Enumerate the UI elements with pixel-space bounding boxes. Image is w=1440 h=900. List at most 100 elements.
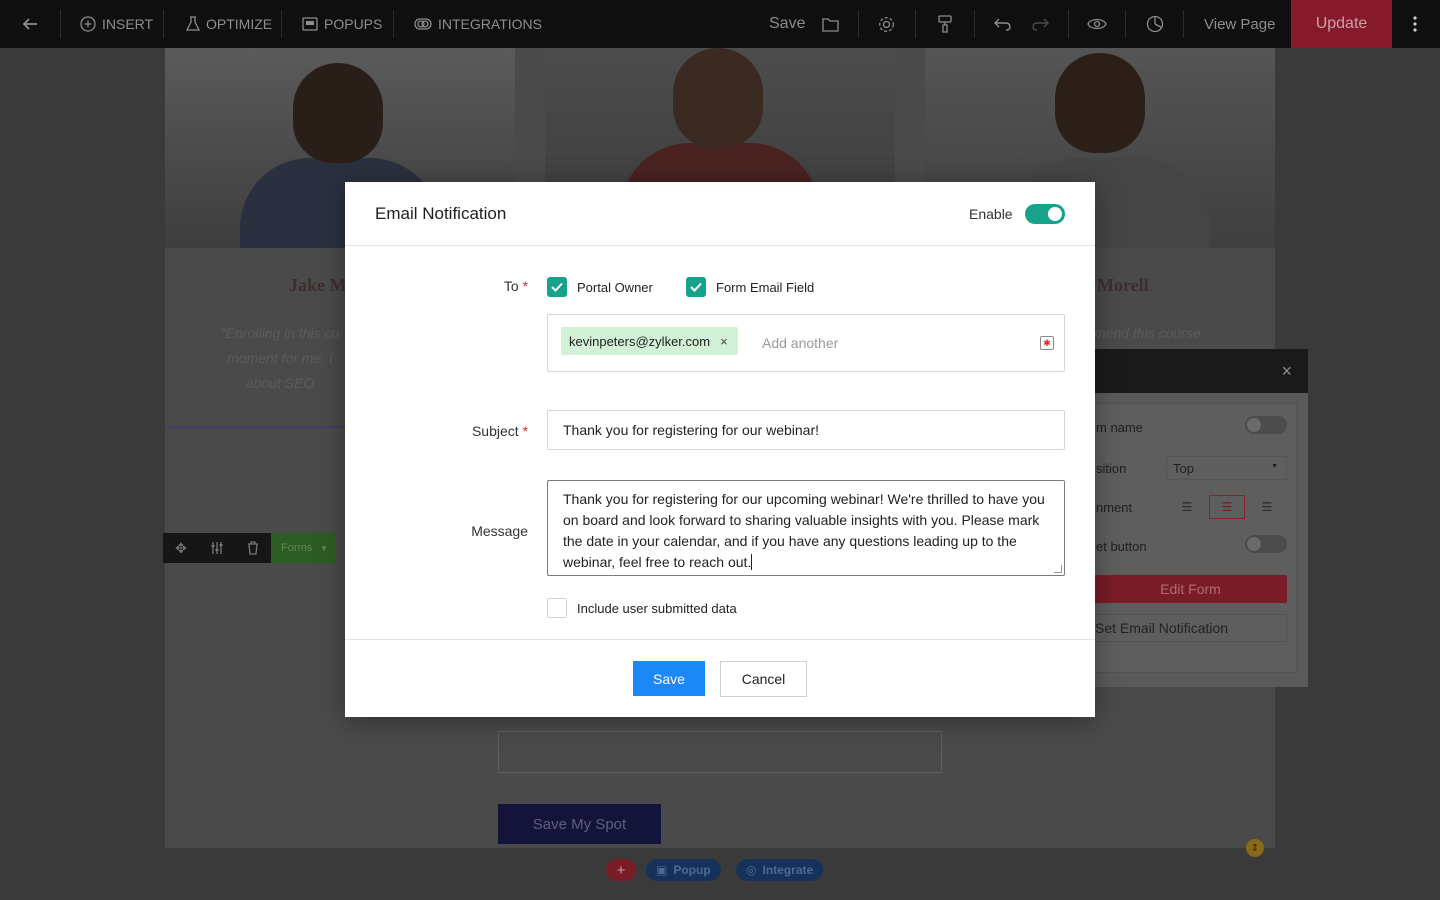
recipient-email: kevinpeters@zylker.com	[569, 333, 711, 349]
integrations-menu[interactable]: INTEGRATIONS	[414, 0, 542, 48]
align-center-icon: ☰	[1221, 500, 1233, 514]
enable-toggle[interactable]	[1025, 204, 1065, 224]
element-edit-toolbar: ✥ Forms ▼	[163, 533, 335, 563]
folder-icon	[822, 17, 839, 32]
settings-button[interactable]	[878, 0, 895, 48]
subject-field-label: Subject *	[445, 423, 528, 439]
preview-button[interactable]	[1087, 0, 1107, 48]
message-text: Thank you for registering for our upcomi…	[563, 491, 1045, 570]
integrate-pill-button[interactable]: ◎ Integrate	[736, 859, 824, 881]
caret-down-icon: ▼	[1271, 463, 1278, 470]
insert-menu[interactable]: INSERT	[80, 0, 153, 48]
pie-chart-icon	[1146, 15, 1164, 33]
save-button[interactable]: Save	[633, 661, 705, 696]
position-select[interactable]: Top ▼	[1166, 456, 1287, 480]
dialog-footer-divider	[345, 639, 1095, 640]
cancel-button[interactable]: Cancel	[720, 661, 807, 697]
move-icon[interactable]: ✥	[172, 539, 190, 557]
check-icon	[551, 282, 563, 292]
alignment-label: nment	[1096, 500, 1133, 515]
save-page-button[interactable]: Save	[769, 0, 805, 48]
set-email-notification-button[interactable]: Set Email Notification	[1094, 614, 1287, 642]
add-another-placeholder[interactable]: Add another	[762, 335, 838, 351]
set-notification-label: Set Email Notification	[1095, 620, 1229, 636]
folder-button[interactable]	[822, 0, 839, 48]
to-field-label: To *	[475, 278, 528, 294]
form-email-field-label: Form Email Field	[716, 280, 815, 295]
back-button[interactable]	[20, 0, 40, 48]
align-left-button[interactable]: ☰	[1169, 495, 1205, 519]
save-page-label: Save	[769, 15, 806, 32]
trash-icon[interactable]	[244, 539, 262, 557]
to-label-text: To	[503, 278, 519, 294]
required-marker: *	[522, 278, 528, 294]
reset-button-label: et button	[1096, 539, 1147, 554]
undo-button[interactable]	[994, 0, 1012, 48]
integrate-pill-label: Integrate	[762, 863, 814, 877]
subject-input[interactable]: Thank you for registering for our webina…	[547, 410, 1065, 450]
popups-menu[interactable]: POPUPS	[302, 0, 382, 48]
form-email-field-checkbox[interactable]	[686, 277, 706, 297]
optimize-menu[interactable]: OPTIMIZE	[186, 0, 272, 48]
popups-label: POPUPS	[324, 16, 383, 32]
forms-dropdown[interactable]: Forms ▼	[271, 533, 335, 563]
resize-handle[interactable]	[1054, 565, 1062, 573]
popup-window-icon	[302, 17, 318, 31]
testimonial-name-3: Morell	[1097, 275, 1149, 295]
sliders-icon[interactable]	[208, 539, 226, 557]
dialog-title: Email Notification	[375, 204, 507, 223]
divider-line	[165, 426, 345, 428]
align-right-icon: ☰	[1261, 500, 1273, 514]
top-toolbar: INSERT OPTIMIZE POPUPS INTEGRATIONS Save	[0, 0, 1440, 48]
testimonial-name-1: Jake M	[289, 275, 347, 295]
scroll-arrows-icon[interactable]: ⇕	[1246, 839, 1264, 857]
position-value: Top	[1173, 461, 1194, 476]
reset-button-toggle[interactable]	[1245, 535, 1287, 553]
save-my-spot-button[interactable]: Save My Spot	[498, 804, 661, 844]
save-my-spot-label: Save My Spot	[532, 815, 627, 833]
integrations-label: INTEGRATIONS	[438, 16, 542, 32]
email-notification-dialog: Email Notification Enable To * Portal Ow…	[345, 182, 1095, 717]
message-field-label: Message	[471, 523, 528, 539]
undo-icon	[994, 18, 1011, 31]
align-center-button[interactable]: ☰	[1209, 495, 1245, 519]
recipients-input[interactable]: kevinpeters@zylker.com × Add another ✱	[547, 314, 1065, 372]
testimonial-quote-3: mend this course	[1094, 325, 1201, 341]
eye-icon	[1087, 18, 1107, 30]
required-marker: *	[522, 423, 528, 439]
testimonial-quote-1: "Enrolling in this co moment for me. I a…	[220, 325, 340, 391]
close-panel-icon[interactable]: ×	[1281, 361, 1292, 382]
redo-button[interactable]	[1031, 0, 1049, 48]
form-email-input[interactable]	[498, 731, 942, 773]
style-brush-button[interactable]	[937, 0, 953, 48]
more-menu-button[interactable]	[1409, 0, 1421, 48]
form-name-toggle[interactable]	[1245, 416, 1287, 434]
view-page-link[interactable]: View Page	[1204, 0, 1275, 48]
more-vertical-icon	[1413, 16, 1417, 32]
panel-header	[1085, 349, 1308, 393]
portal-owner-checkbox[interactable]	[547, 277, 567, 297]
plus-icon: +	[616, 861, 626, 879]
align-right-button[interactable]: ☰	[1249, 495, 1285, 519]
popup-pill-button[interactable]: ▣ Popup	[646, 859, 721, 881]
merge-field-icon[interactable]: ✱	[1040, 336, 1054, 350]
optimize-label: OPTIMIZE	[206, 16, 273, 32]
update-label: Update	[1315, 15, 1368, 32]
position-label: sition	[1096, 461, 1127, 476]
add-section-button[interactable]: +	[606, 859, 636, 881]
link-rings-icon: ◎	[746, 863, 757, 877]
update-button[interactable]: Update	[1291, 0, 1392, 48]
portal-owner-label: Portal Owner	[577, 280, 653, 295]
redo-icon	[1032, 18, 1049, 31]
edit-form-button[interactable]: Edit Form	[1094, 575, 1287, 603]
save-label: Save	[653, 670, 685, 687]
include-data-checkbox[interactable]	[547, 598, 567, 618]
cancel-label: Cancel	[741, 671, 786, 687]
analytics-button[interactable]	[1146, 0, 1164, 48]
remove-recipient-icon[interactable]: ×	[720, 334, 728, 349]
message-textarea[interactable]: Thank you for registering for our upcomi…	[547, 480, 1065, 576]
forms-label: Forms	[281, 542, 313, 554]
text-cursor	[751, 554, 753, 570]
paint-roller-icon	[938, 15, 952, 33]
plus-circle-icon	[80, 16, 96, 32]
